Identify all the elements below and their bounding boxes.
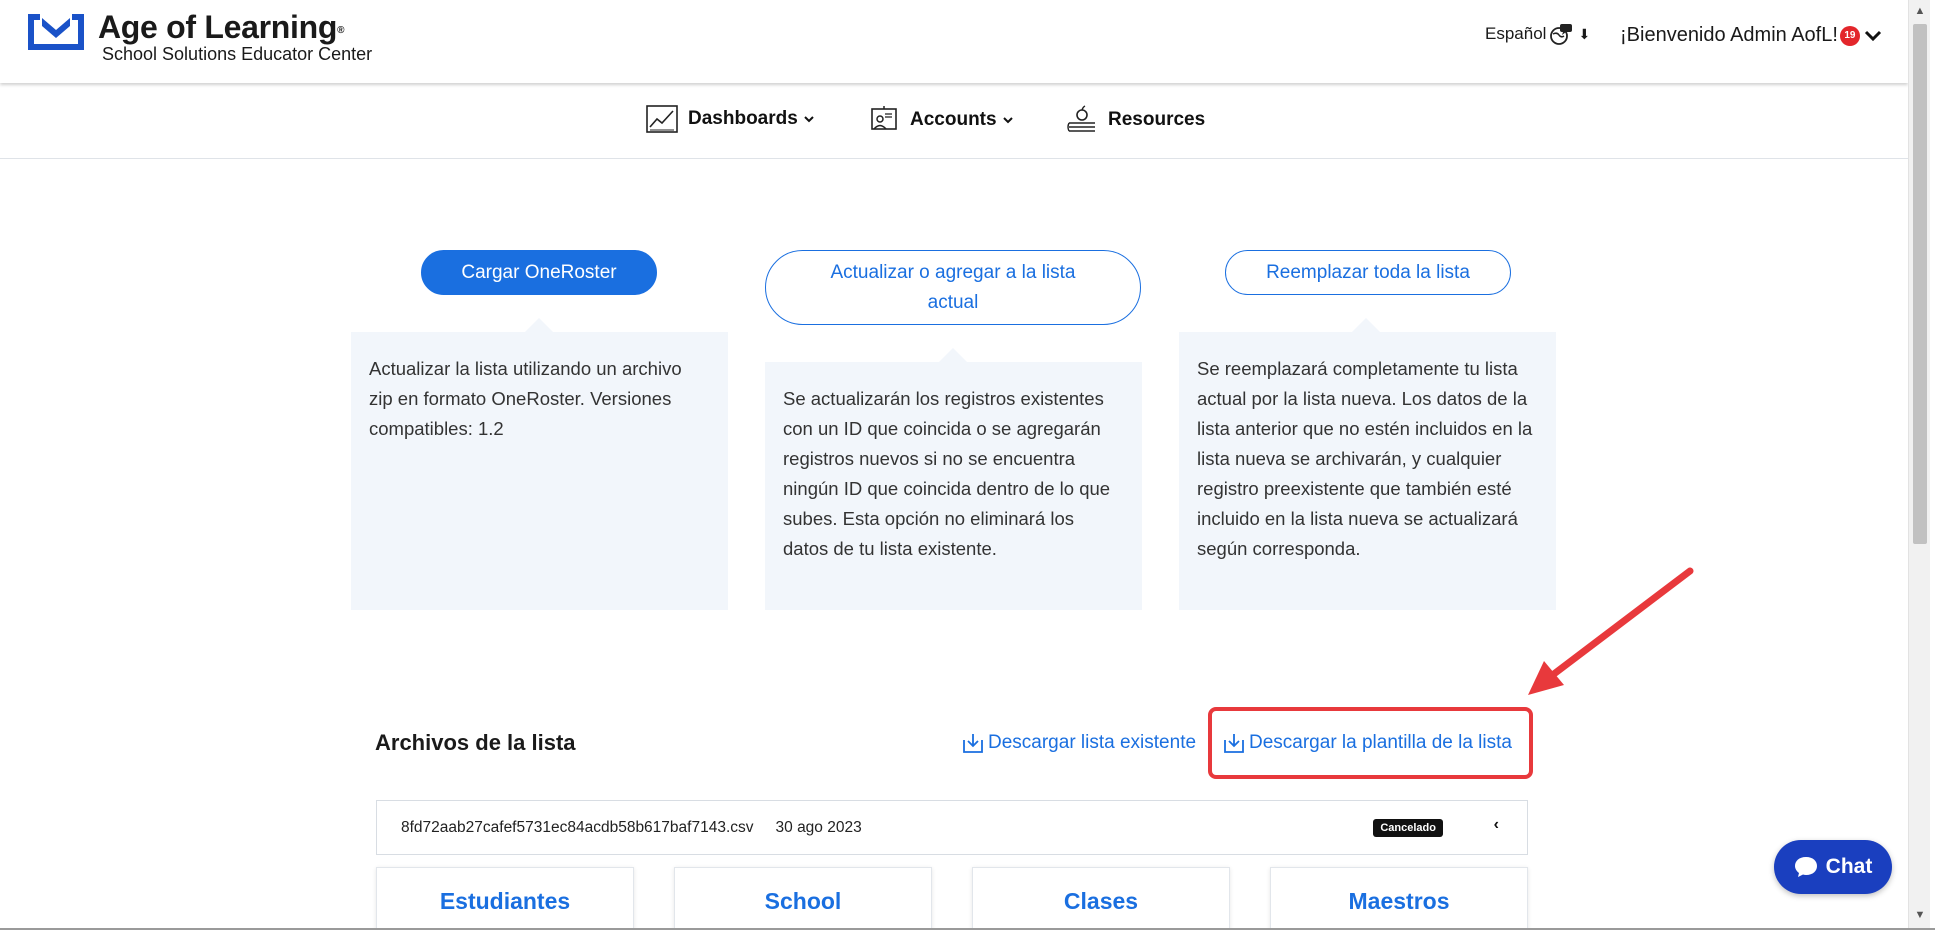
update-or-add-button[interactable]: Actualizar o agregar a la lista actual: [765, 250, 1141, 325]
notification-badge: 19: [1839, 25, 1860, 46]
chat-bubble-icon: [1794, 857, 1817, 877]
top-header: Age of Learning® School Solutions Educat…: [0, 0, 1908, 83]
annotation-arrow-icon: [1528, 567, 1694, 695]
chevron-down-icon: [804, 116, 814, 123]
main-nav: Dashboards Accounts Resources: [0, 83, 1908, 159]
table-row[interactable]: 8fd72aab27cafef5731ec84acdb58b617baf7143…: [376, 800, 1528, 855]
annotation-highlight-box: [1208, 707, 1533, 779]
vertical-scrollbar[interactable]: ▲ ▼: [1908, 0, 1930, 928]
brand-logo[interactable]: Age of Learning® School Solutions Educat…: [24, 10, 372, 64]
nav-accounts-label: Accounts: [910, 109, 997, 130]
nav-dashboards-label: Dashboards: [688, 108, 798, 129]
tooltip-notch: [939, 348, 967, 362]
chat-button[interactable]: Chat: [1774, 840, 1892, 894]
chart-line-icon: [646, 105, 678, 133]
scroll-up-icon[interactable]: ▲: [1909, 2, 1931, 20]
file-date: 30 ago 2023: [775, 818, 862, 836]
upload-oneroster-button[interactable]: Cargar OneRoster: [421, 250, 657, 295]
books-apple-icon: [1067, 105, 1095, 132]
files-section-title: Archivos de la lista: [375, 730, 576, 755]
replace-list-description: Se reemplazará completamente tu lista ac…: [1179, 332, 1556, 610]
brand-title: Age of Learning®: [98, 9, 345, 45]
welcome-text: ¡Bienvenido Admin AofL!: [1620, 24, 1838, 46]
card-classes[interactable]: Clases: [972, 867, 1230, 928]
chevron-left-icon[interactable]: ‹: [1494, 816, 1499, 834]
nav-accounts[interactable]: Accounts: [868, 105, 1024, 135]
replace-list-button[interactable]: Reemplazar toda la lista: [1225, 250, 1511, 295]
chevron-down-icon: ⬇: [1578, 25, 1591, 42]
card-school[interactable]: School: [674, 867, 932, 928]
scroll-down-icon[interactable]: ▼: [1909, 906, 1931, 924]
chevron-down-icon: [1864, 30, 1881, 41]
update-or-add-description: Se actualizarán los registros existentes…: [765, 362, 1142, 610]
download-existing-link[interactable]: Descargar lista existente: [962, 732, 1196, 754]
tooltip-notch: [525, 318, 553, 332]
status-badge: Cancelado: [1373, 819, 1443, 837]
chevron-down-icon: [1002, 117, 1013, 124]
card-students[interactable]: Estudiantes: [376, 867, 634, 928]
upload-oneroster-description: Actualizar la lista utilizando un archiv…: [351, 332, 728, 610]
nav-dashboards[interactable]: Dashboards: [646, 105, 825, 133]
user-menu[interactable]: ¡Bienvenido Admin AofL! 19: [1620, 24, 1882, 47]
card-teachers[interactable]: Maestros: [1270, 867, 1528, 928]
window-bottom-edge: [0, 928, 1935, 938]
brand-subtitle: School Solutions Educator Center: [102, 44, 373, 64]
nav-resources-label: Resources: [1108, 109, 1206, 130]
chat-label: Chat: [1825, 855, 1873, 878]
book-shield-logo-icon: [28, 14, 84, 50]
download-existing-label: Descargar lista existente: [988, 732, 1197, 753]
nav-resources[interactable]: Resources: [1066, 105, 1205, 135]
teacher-board-icon: [871, 106, 897, 130]
globe-chat-icon: [1550, 24, 1573, 45]
page-viewport: Age of Learning® School Solutions Educat…: [0, 0, 1908, 928]
language-label: Español: [1485, 24, 1547, 43]
tooltip-notch: [1352, 318, 1380, 332]
file-name: 8fd72aab27cafef5731ec84acdb58b617baf7143…: [401, 818, 754, 836]
download-icon: [963, 734, 983, 753]
language-selector[interactable]: Español ⬇: [1485, 22, 1590, 46]
scroll-thumb[interactable]: [1913, 24, 1927, 544]
